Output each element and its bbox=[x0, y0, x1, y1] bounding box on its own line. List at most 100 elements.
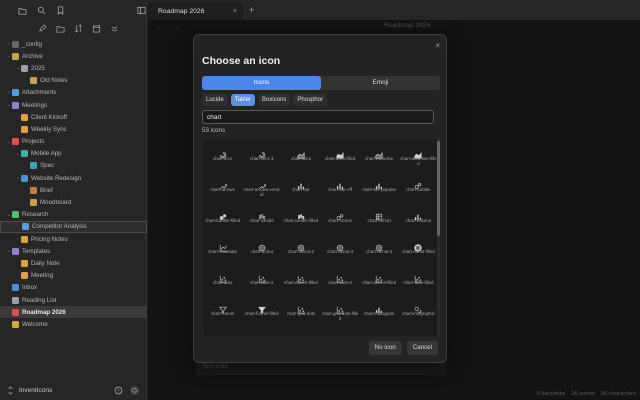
new-tab-icon[interactable]: + bbox=[249, 5, 254, 15]
sidebar-item-label: _config bbox=[22, 40, 42, 48]
chart-bar-icon bbox=[297, 177, 305, 190]
sidebar-item-brief[interactable]: Brief bbox=[0, 184, 147, 196]
icon-option-chart-bubble[interactable]: chart-bubble bbox=[399, 173, 438, 204]
icon-option-chart-pie-3-filled[interactable]: chart-pie-3-filled bbox=[399, 328, 438, 336]
new-folder-icon[interactable] bbox=[56, 24, 65, 33]
collapse-icon[interactable] bbox=[110, 24, 119, 33]
sidebar-item-meetings[interactable]: ⌄ Meetings bbox=[0, 99, 147, 111]
icon-option-chart-donut-4[interactable]: chart-donut-4 bbox=[360, 235, 399, 266]
sidebar-item-roadmap-2026[interactable]: Roadmap 2026 bbox=[0, 306, 147, 319]
icon-option-chart-grid-dots[interactable]: chart-grid-dots bbox=[281, 297, 320, 328]
icon-option-chart-dots[interactable]: chart-dots bbox=[203, 266, 242, 297]
chart-bubble-filled-icon bbox=[219, 208, 227, 220]
sidebar-item-pricing-notes[interactable]: Pricing Notes bbox=[0, 233, 147, 245]
sidebar-item-moodboard[interactable]: Moodboard bbox=[0, 196, 147, 208]
tab-roadmap-2026[interactable]: Roadmap 2026 × bbox=[148, 2, 243, 20]
sidebar-item-daily-note[interactable]: Daily Note bbox=[0, 257, 147, 269]
icon-option-chart-pie-3[interactable]: chart-pie-3 bbox=[360, 328, 399, 336]
sidebar-item-website-redesign[interactable]: ⌄ Website Redesign bbox=[0, 172, 147, 184]
modal-close-icon[interactable]: × bbox=[435, 41, 440, 50]
icon-option-chart-donut-filled[interactable]: chart-donut-filled bbox=[399, 235, 438, 266]
icon-option-chart-pie[interactable]: chart-pie bbox=[242, 328, 281, 336]
icon-option-chart-area-line[interactable]: chart-area-line bbox=[360, 142, 399, 173]
settings-gear-icon[interactable] bbox=[130, 386, 139, 395]
new-note-icon[interactable] bbox=[38, 23, 47, 33]
sidebar-toggle-icon[interactable] bbox=[137, 6, 146, 15]
icon-set-phosphor[interactable]: Phosphor bbox=[293, 94, 328, 106]
icon-option-chart-covariate[interactable]: chart-covariate bbox=[203, 235, 242, 266]
icon-option-chart-area[interactable]: chart-area bbox=[281, 142, 320, 173]
sidebar-item-attachments[interactable]: › Attachments bbox=[0, 87, 147, 99]
icon-option-chart-dots-filled[interactable]: chart-dots-filled bbox=[399, 266, 438, 297]
icon-set-tabler[interactable]: Tabler bbox=[230, 94, 256, 106]
mode-tab-icons[interactable]: Icons bbox=[202, 76, 321, 90]
chart-grid-dots-filled-icon bbox=[336, 301, 344, 314]
sidebar-item-archive[interactable]: ⌄ Archive bbox=[0, 50, 147, 62]
icon-option-chart-dots-3-filled[interactable]: chart-dots-3-filled bbox=[360, 266, 399, 297]
icon-option-chart-dots-2[interactable]: chart-dots-2 bbox=[242, 266, 281, 297]
chart-donut-filled-icon bbox=[414, 239, 423, 252]
icon-option-chart-donut-3[interactable]: chart-donut-3 bbox=[321, 235, 360, 266]
icon-option-chart-line[interactable]: chart-line bbox=[203, 328, 242, 336]
vault-switch-icon[interactable] bbox=[6, 385, 15, 395]
icon-option-chart-funnel-filled[interactable]: chart-funnel-filled bbox=[242, 297, 281, 328]
vault-name[interactable]: InventIcons bbox=[19, 387, 52, 394]
calendar-icon[interactable] bbox=[92, 24, 101, 33]
icon-option-chart-bubble-filled[interactable]: chart-bubble-filled bbox=[203, 204, 242, 235]
sidebar-item-2025[interactable]: ⌄ 2025 bbox=[0, 62, 147, 74]
icon-option-chart-candle[interactable]: chart-candle bbox=[242, 204, 281, 235]
icon-option-chart-bar-popular[interactable]: chart-bar-popular bbox=[360, 173, 399, 204]
sidebar-item-research[interactable]: ⌄ Research bbox=[0, 209, 147, 221]
sidebar-item-meeting[interactable]: Meeting bbox=[0, 270, 147, 282]
icon-grid-scrollbar[interactable] bbox=[437, 139, 440, 336]
no-icon-button[interactable]: No icon bbox=[368, 341, 402, 355]
sidebar-item-inbox[interactable]: Inbox bbox=[0, 282, 147, 294]
icon-set-boxicons[interactable]: Boxicons bbox=[258, 94, 291, 106]
icon-option-chart-donut[interactable]: chart-donut bbox=[242, 235, 281, 266]
help-icon[interactable]: ? bbox=[114, 386, 123, 395]
sidebar-item-weekly-sync[interactable]: Weekly Sync bbox=[0, 123, 147, 135]
sidebar-item-label: Mobile App bbox=[31, 150, 62, 158]
icon-option-chart-circles[interactable]: chart-circles bbox=[321, 204, 360, 235]
sidebar-item-config[interactable]: › _config bbox=[0, 38, 147, 50]
icon-option-chart-bar-off[interactable]: chart-bar-off bbox=[321, 173, 360, 204]
icon-option-chart-cohort[interactable]: chart-cohort bbox=[360, 204, 399, 235]
sidebar-item-client-kickoff[interactable]: Client Kickoff bbox=[0, 111, 147, 123]
folder-icon[interactable] bbox=[18, 6, 27, 15]
icon-option-chart-arcs[interactable]: chart-arcs bbox=[203, 142, 242, 173]
icon-option-chart-infographic[interactable]: chart-infographic bbox=[399, 297, 438, 328]
icon-option-chart-column[interactable]: chart-column bbox=[399, 204, 438, 235]
icon-option-chart-area-filled[interactable]: chart-area-filled bbox=[321, 142, 360, 173]
mode-tab-emoji[interactable]: Emoji bbox=[321, 76, 440, 90]
sidebar-item-old-notes[interactable]: Old Notes bbox=[0, 75, 147, 87]
icon-option-chart-arrows-vertical[interactable]: chart-arrows-vertical bbox=[242, 173, 281, 204]
sidebar-item-label: Inbox bbox=[22, 284, 38, 292]
icon-option-chart-pie-2-filled[interactable]: chart-pie-2-filled bbox=[321, 328, 360, 336]
sidebar-item-reading-list[interactable]: Reading List bbox=[0, 294, 147, 306]
sidebar-item-competitor-analysis[interactable]: Competitor Analysis bbox=[0, 220, 147, 233]
icon-option-chart-candle-filled[interactable]: chart-candle-filled bbox=[281, 204, 320, 235]
sidebar-item-welcome[interactable]: Welcome bbox=[0, 318, 147, 330]
tab-close-icon[interactable]: × bbox=[233, 8, 237, 15]
icon-option-chart-donut-2[interactable]: chart-donut-2 bbox=[281, 235, 320, 266]
sidebar-item-projects[interactable]: ⌄ Projects bbox=[0, 136, 147, 148]
sidebar-item-mobile-app[interactable]: ⌄ Mobile App bbox=[0, 148, 147, 160]
icon-option-chart-arcs-3[interactable]: chart-arcs-3 bbox=[242, 142, 281, 173]
icon-option-chart-histogram[interactable]: chart-histogram bbox=[360, 297, 399, 328]
icon-set-lucide[interactable]: Lucide bbox=[202, 94, 228, 106]
icon-option-chart-grid-dots-filled[interactable]: chart-grid-dots-filled bbox=[321, 297, 360, 328]
icon-option-chart-dots-3[interactable]: chart-dots-3 bbox=[321, 266, 360, 297]
sort-icon[interactable] bbox=[74, 23, 83, 33]
bookmark-icon[interactable] bbox=[56, 5, 65, 15]
icon-option-chart-arrows[interactable]: chart-arrows bbox=[203, 173, 242, 204]
icon-option-chart-pie-2[interactable]: chart-pie-2 bbox=[281, 328, 320, 336]
cancel-button[interactable]: Cancel bbox=[406, 341, 438, 355]
search-icon[interactable] bbox=[37, 6, 46, 15]
icon-option-chart-dots-2-filled[interactable]: chart-dots-2-filled bbox=[281, 266, 320, 297]
icon-option-chart-area-line-filled[interactable]: chart-area-line-filled bbox=[399, 142, 438, 173]
sidebar-item-spec[interactable]: Spec bbox=[0, 160, 147, 172]
icon-option-chart-funnel[interactable]: chart-funnel bbox=[203, 297, 242, 328]
icon-search-input[interactable] bbox=[202, 110, 434, 124]
sidebar-item-templates[interactable]: ⌄ Templates bbox=[0, 245, 147, 257]
icon-option-chart-bar[interactable]: chart-bar bbox=[281, 173, 320, 204]
